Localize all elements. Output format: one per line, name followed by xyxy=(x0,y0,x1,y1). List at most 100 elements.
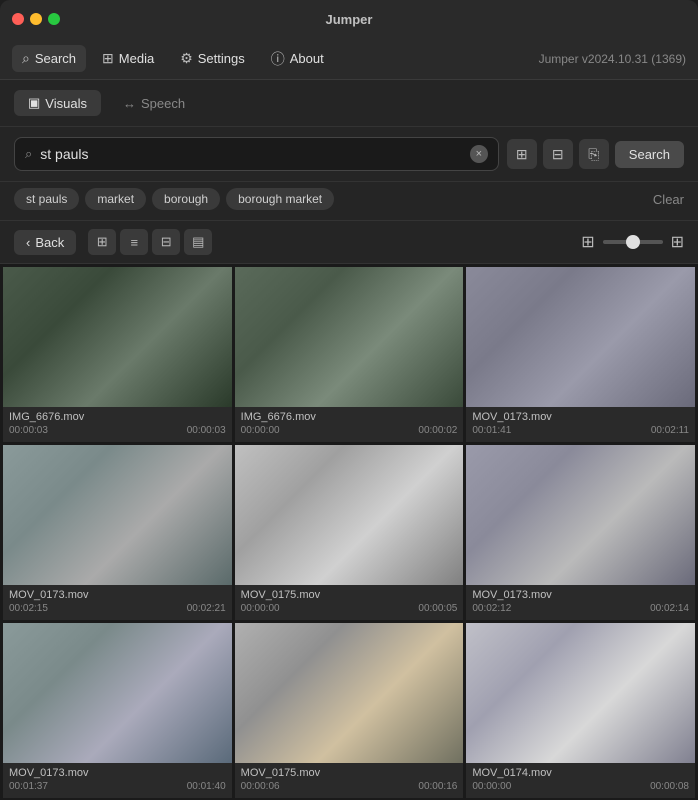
media-times: 00:00:0600:00:16 xyxy=(241,781,458,792)
media-start-time: 00:00:00 xyxy=(241,425,280,436)
media-item[interactable]: IMG_6676.mov 00:00:00 00:00:02 xyxy=(235,267,464,442)
back-label: Back xyxy=(35,235,64,250)
media-thumbnail xyxy=(466,267,695,407)
chip-borough-market[interactable]: borough market xyxy=(226,188,334,210)
media-end-time: 00:02:11 xyxy=(651,425,689,436)
view-btn-1[interactable]: ⊞ xyxy=(88,229,116,255)
media-start-time: 00:00:03 xyxy=(9,425,48,436)
media-thumbnail xyxy=(466,445,695,585)
nav-search-label: Search xyxy=(35,51,76,66)
media-times: 00:00:00 00:00:02 xyxy=(241,425,458,436)
view-btn-3[interactable]: ⊟ xyxy=(152,229,180,255)
media-item[interactable]: MOV_0175.mov 00:00:0000:00:05 xyxy=(235,445,464,620)
grid-small-icon[interactable]: ⊞ xyxy=(581,232,594,252)
tab-visuals[interactable]: ▣ Visuals xyxy=(14,90,101,116)
media-start-time: 00:00:00 xyxy=(472,781,511,792)
media-item[interactable]: IMG_6676.mov00:00:0300:00:03 xyxy=(3,267,232,442)
media-item[interactable]: MOV_0173.mov 00:02:15 00:02:21 xyxy=(3,445,232,620)
view-btn-4[interactable]: ▤ xyxy=(184,229,212,255)
copy-tool-button[interactable]: ⎘ xyxy=(579,139,609,169)
nav-settings-button[interactable]: ⚙ Settings xyxy=(170,45,255,72)
chips: st pauls market borough borough market xyxy=(14,188,334,210)
search-clear-button[interactable]: × xyxy=(470,145,488,163)
visuals-tab-label: Visuals xyxy=(45,96,87,111)
nav-about-button[interactable]: ⓘ About xyxy=(261,44,334,74)
media-end-time: 00:00:02 xyxy=(418,425,457,436)
media-item[interactable]: MOV_0173.mov00:01:4100:02:11 xyxy=(466,267,695,442)
media-start-time: 00:02:12 xyxy=(472,603,511,614)
nav-buttons: ⌕ Search ⊞ Media ⚙ Settings ⓘ About xyxy=(12,44,334,74)
toolbar: ‹ Back ⊞ ≡ ⊟ ▤ ⊞ ⊞ xyxy=(0,221,698,264)
speech-tab-icon: ↔ xyxy=(123,96,136,111)
nav-search-button[interactable]: ⌕ Search xyxy=(12,45,86,72)
clear-icon: × xyxy=(476,148,482,160)
minimize-button[interactable] xyxy=(30,13,42,25)
media-filename: MOV_0175.mov xyxy=(241,589,458,601)
chip-market[interactable]: market xyxy=(85,188,146,210)
media-thumbnail xyxy=(235,445,464,585)
media-start-time: 00:00:00 xyxy=(241,603,280,614)
media-filename: MOV_0173.mov xyxy=(472,589,689,601)
media-filename: MOV_0175.mov xyxy=(241,767,458,779)
search-submit-button[interactable]: Search xyxy=(615,141,684,168)
media-times: 00:00:0000:00:08 xyxy=(472,781,689,792)
about-nav-icon: ⓘ xyxy=(271,49,285,69)
visuals-tab-icon: ▣ xyxy=(28,95,40,111)
media-thumbnail xyxy=(235,623,464,763)
clear-button[interactable]: Clear xyxy=(653,192,684,207)
media-end-time: 00:01:40 xyxy=(187,781,226,792)
media-thumbnail xyxy=(3,267,232,407)
grid-tool-button[interactable]: ⊞ xyxy=(507,139,537,169)
search-bar: ⌕ × ⊞ ⊟ ⎘ Search xyxy=(0,127,698,182)
grid-large-icon[interactable]: ⊞ xyxy=(671,232,684,252)
media-times: 00:00:0000:00:05 xyxy=(241,603,458,614)
back-icon: ‹ xyxy=(26,235,30,250)
media-filename: MOV_0173.mov xyxy=(9,589,226,601)
view-icon-2: ≡ xyxy=(130,235,138,250)
grid-tool-icon: ⊞ xyxy=(516,146,528,163)
search-tools: ⊞ ⊟ ⎘ Search xyxy=(507,139,684,169)
media-start-time: 00:00:06 xyxy=(241,781,280,792)
nav-media-label: Media xyxy=(119,51,154,66)
layout-tool-icon: ⊟ xyxy=(552,146,564,163)
media-item[interactable]: MOV_0173.mov00:02:1200:02:14 xyxy=(466,445,695,620)
back-button[interactable]: ‹ Back xyxy=(14,230,76,255)
media-filename: MOV_0174.mov xyxy=(472,767,689,779)
speech-tab-label: Speech xyxy=(141,96,185,111)
tab-speech[interactable]: ↔ Speech xyxy=(109,90,199,116)
version-label: Jumper v2024.10.31 (1369) xyxy=(539,52,686,66)
media-times: 00:01:3700:01:40 xyxy=(9,781,226,792)
tab-bar: ▣ Visuals ↔ Speech xyxy=(0,80,698,127)
layout-tool-button[interactable]: ⊟ xyxy=(543,139,573,169)
settings-nav-icon: ⚙ xyxy=(180,50,193,67)
view-icon-1: ⊞ xyxy=(97,234,108,250)
maximize-button[interactable] xyxy=(48,13,60,25)
chip-st-pauls[interactable]: st pauls xyxy=(14,188,79,210)
media-times: 00:01:41 00:02:11 xyxy=(472,425,689,436)
chip-row: st pauls market borough borough market C… xyxy=(0,182,698,221)
media-grid: IMG_6676.mov00:00:0300:00:03IMG_6676.mov… xyxy=(0,264,698,800)
media-item[interactable]: MOV_0174.mov 00:00:0000:00:08 xyxy=(466,623,695,798)
search-nav-icon: ⌕ xyxy=(22,50,30,67)
media-end-time: 00:02:21 xyxy=(187,603,226,614)
media-start-time: 00:02:15 xyxy=(9,603,48,614)
media-thumbnail xyxy=(3,445,232,585)
nav-media-button[interactable]: ⊞ Media xyxy=(92,45,164,72)
close-button[interactable] xyxy=(12,13,24,25)
media-start-time: 00:01:41 xyxy=(472,425,511,436)
nav-settings-label: Settings xyxy=(198,51,245,66)
search-icon: ⌕ xyxy=(25,146,32,162)
media-filename: MOV_0173.mov xyxy=(9,767,226,779)
view-btn-2[interactable]: ≡ xyxy=(120,229,148,255)
media-item[interactable]: MOV_0175.mov 00:00:0600:00:16 xyxy=(235,623,464,798)
size-slider[interactable] xyxy=(603,240,663,244)
media-filename: IMG_6676.mov xyxy=(241,411,458,423)
media-item[interactable]: MOV_0173.mov 00:01:3700:01:40 xyxy=(3,623,232,798)
slider-thumb xyxy=(626,235,640,249)
search-input[interactable] xyxy=(40,146,462,162)
view-icon-3: ⊟ xyxy=(161,234,172,250)
chip-borough[interactable]: borough xyxy=(152,188,220,210)
toolbar-right: ⊞ ⊞ xyxy=(581,232,684,252)
window-title: Jumper xyxy=(326,12,373,27)
media-filename: IMG_6676.mov xyxy=(9,411,226,423)
